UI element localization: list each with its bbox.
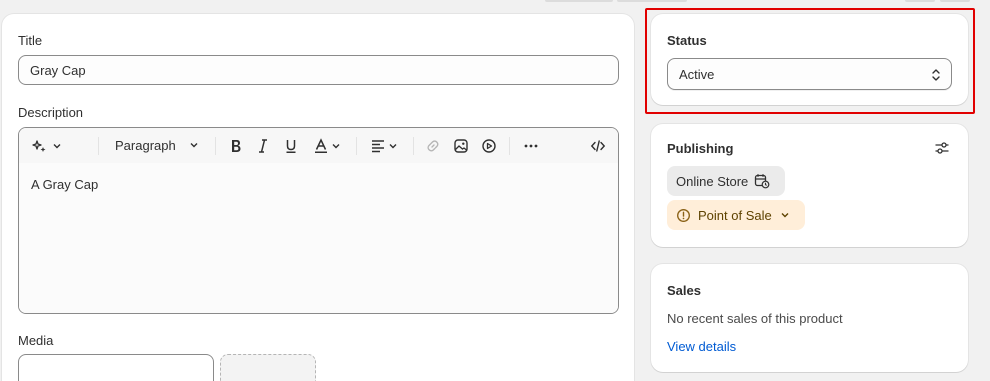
toolbar-divider xyxy=(356,137,357,155)
more-horizontal-icon xyxy=(523,138,539,154)
calendar-clock-icon xyxy=(754,173,770,189)
media-add-tile[interactable] xyxy=(220,354,316,381)
toolbar-divider xyxy=(215,137,216,155)
channel-online-store[interactable]: Online Store xyxy=(667,166,785,196)
sliders-icon xyxy=(934,140,950,159)
toolbar-divider xyxy=(98,137,99,155)
link-icon xyxy=(425,138,441,154)
sales-message: No recent sales of this product xyxy=(667,311,843,326)
top-button-edge xyxy=(545,0,613,2)
link-button[interactable] xyxy=(421,128,445,163)
description-label: Description xyxy=(18,105,84,120)
top-button-edge xyxy=(905,0,935,2)
publishing-title: Publishing xyxy=(667,141,734,156)
play-circle-icon xyxy=(481,138,497,154)
paragraph-dropdown[interactable]: Paragraph xyxy=(107,128,207,163)
title-input[interactable]: Gray Cap xyxy=(18,55,619,85)
channel-point-of-sale[interactable]: Point of Sale xyxy=(667,200,805,230)
title-label: Title xyxy=(18,33,43,48)
underline-icon xyxy=(284,138,298,154)
channel-label: Point of Sale xyxy=(698,207,772,223)
show-html-button[interactable] xyxy=(586,128,610,163)
media-upload-area[interactable] xyxy=(18,354,214,381)
code-icon xyxy=(590,138,606,154)
top-button-edge xyxy=(940,0,970,2)
status-title: Status xyxy=(667,33,707,48)
magic-button[interactable] xyxy=(27,128,67,163)
text-color-icon xyxy=(313,137,329,154)
toolbar-divider xyxy=(509,137,510,155)
chevron-down-icon xyxy=(780,210,790,220)
alert-circle-icon xyxy=(676,208,691,223)
toolbar-divider xyxy=(413,137,414,155)
view-details-link[interactable]: View details xyxy=(667,339,736,354)
italic-icon xyxy=(256,138,270,154)
description-content[interactable]: A Gray Cap xyxy=(19,163,618,313)
manage-channels-button[interactable] xyxy=(932,139,952,159)
chevron-down-icon xyxy=(52,141,62,151)
media-label: Media xyxy=(18,333,54,348)
sales-title: Sales xyxy=(667,283,701,298)
chevron-down-icon xyxy=(331,141,341,151)
italic-button[interactable] xyxy=(251,128,275,163)
chevron-down-icon xyxy=(388,141,398,151)
select-chevron-icon xyxy=(930,67,942,86)
more-options-button[interactable] xyxy=(518,128,544,163)
title-input-value: Gray Cap xyxy=(30,62,86,78)
status-select[interactable]: Active xyxy=(667,58,952,90)
status-selected-value: Active xyxy=(679,66,715,82)
description-editor: Paragraph A Gray Cap xyxy=(18,127,619,314)
bold-button[interactable] xyxy=(224,128,248,163)
align-button[interactable] xyxy=(364,128,404,163)
underline-button[interactable] xyxy=(279,128,303,163)
channel-label: Online Store xyxy=(676,173,749,189)
text-color-button[interactable] xyxy=(307,128,347,163)
editor-toolbar: Paragraph xyxy=(19,128,618,163)
insert-image-button[interactable] xyxy=(449,128,473,163)
align-left-icon xyxy=(370,138,386,154)
top-button-edge xyxy=(617,0,687,2)
insert-video-button[interactable] xyxy=(477,128,501,163)
sparkle-icon xyxy=(32,138,48,154)
bold-icon xyxy=(229,138,243,154)
paragraph-label: Paragraph xyxy=(115,138,176,153)
description-text: A Gray Cap xyxy=(31,177,99,192)
chevron-down-icon xyxy=(189,140,199,150)
image-icon xyxy=(453,138,469,154)
